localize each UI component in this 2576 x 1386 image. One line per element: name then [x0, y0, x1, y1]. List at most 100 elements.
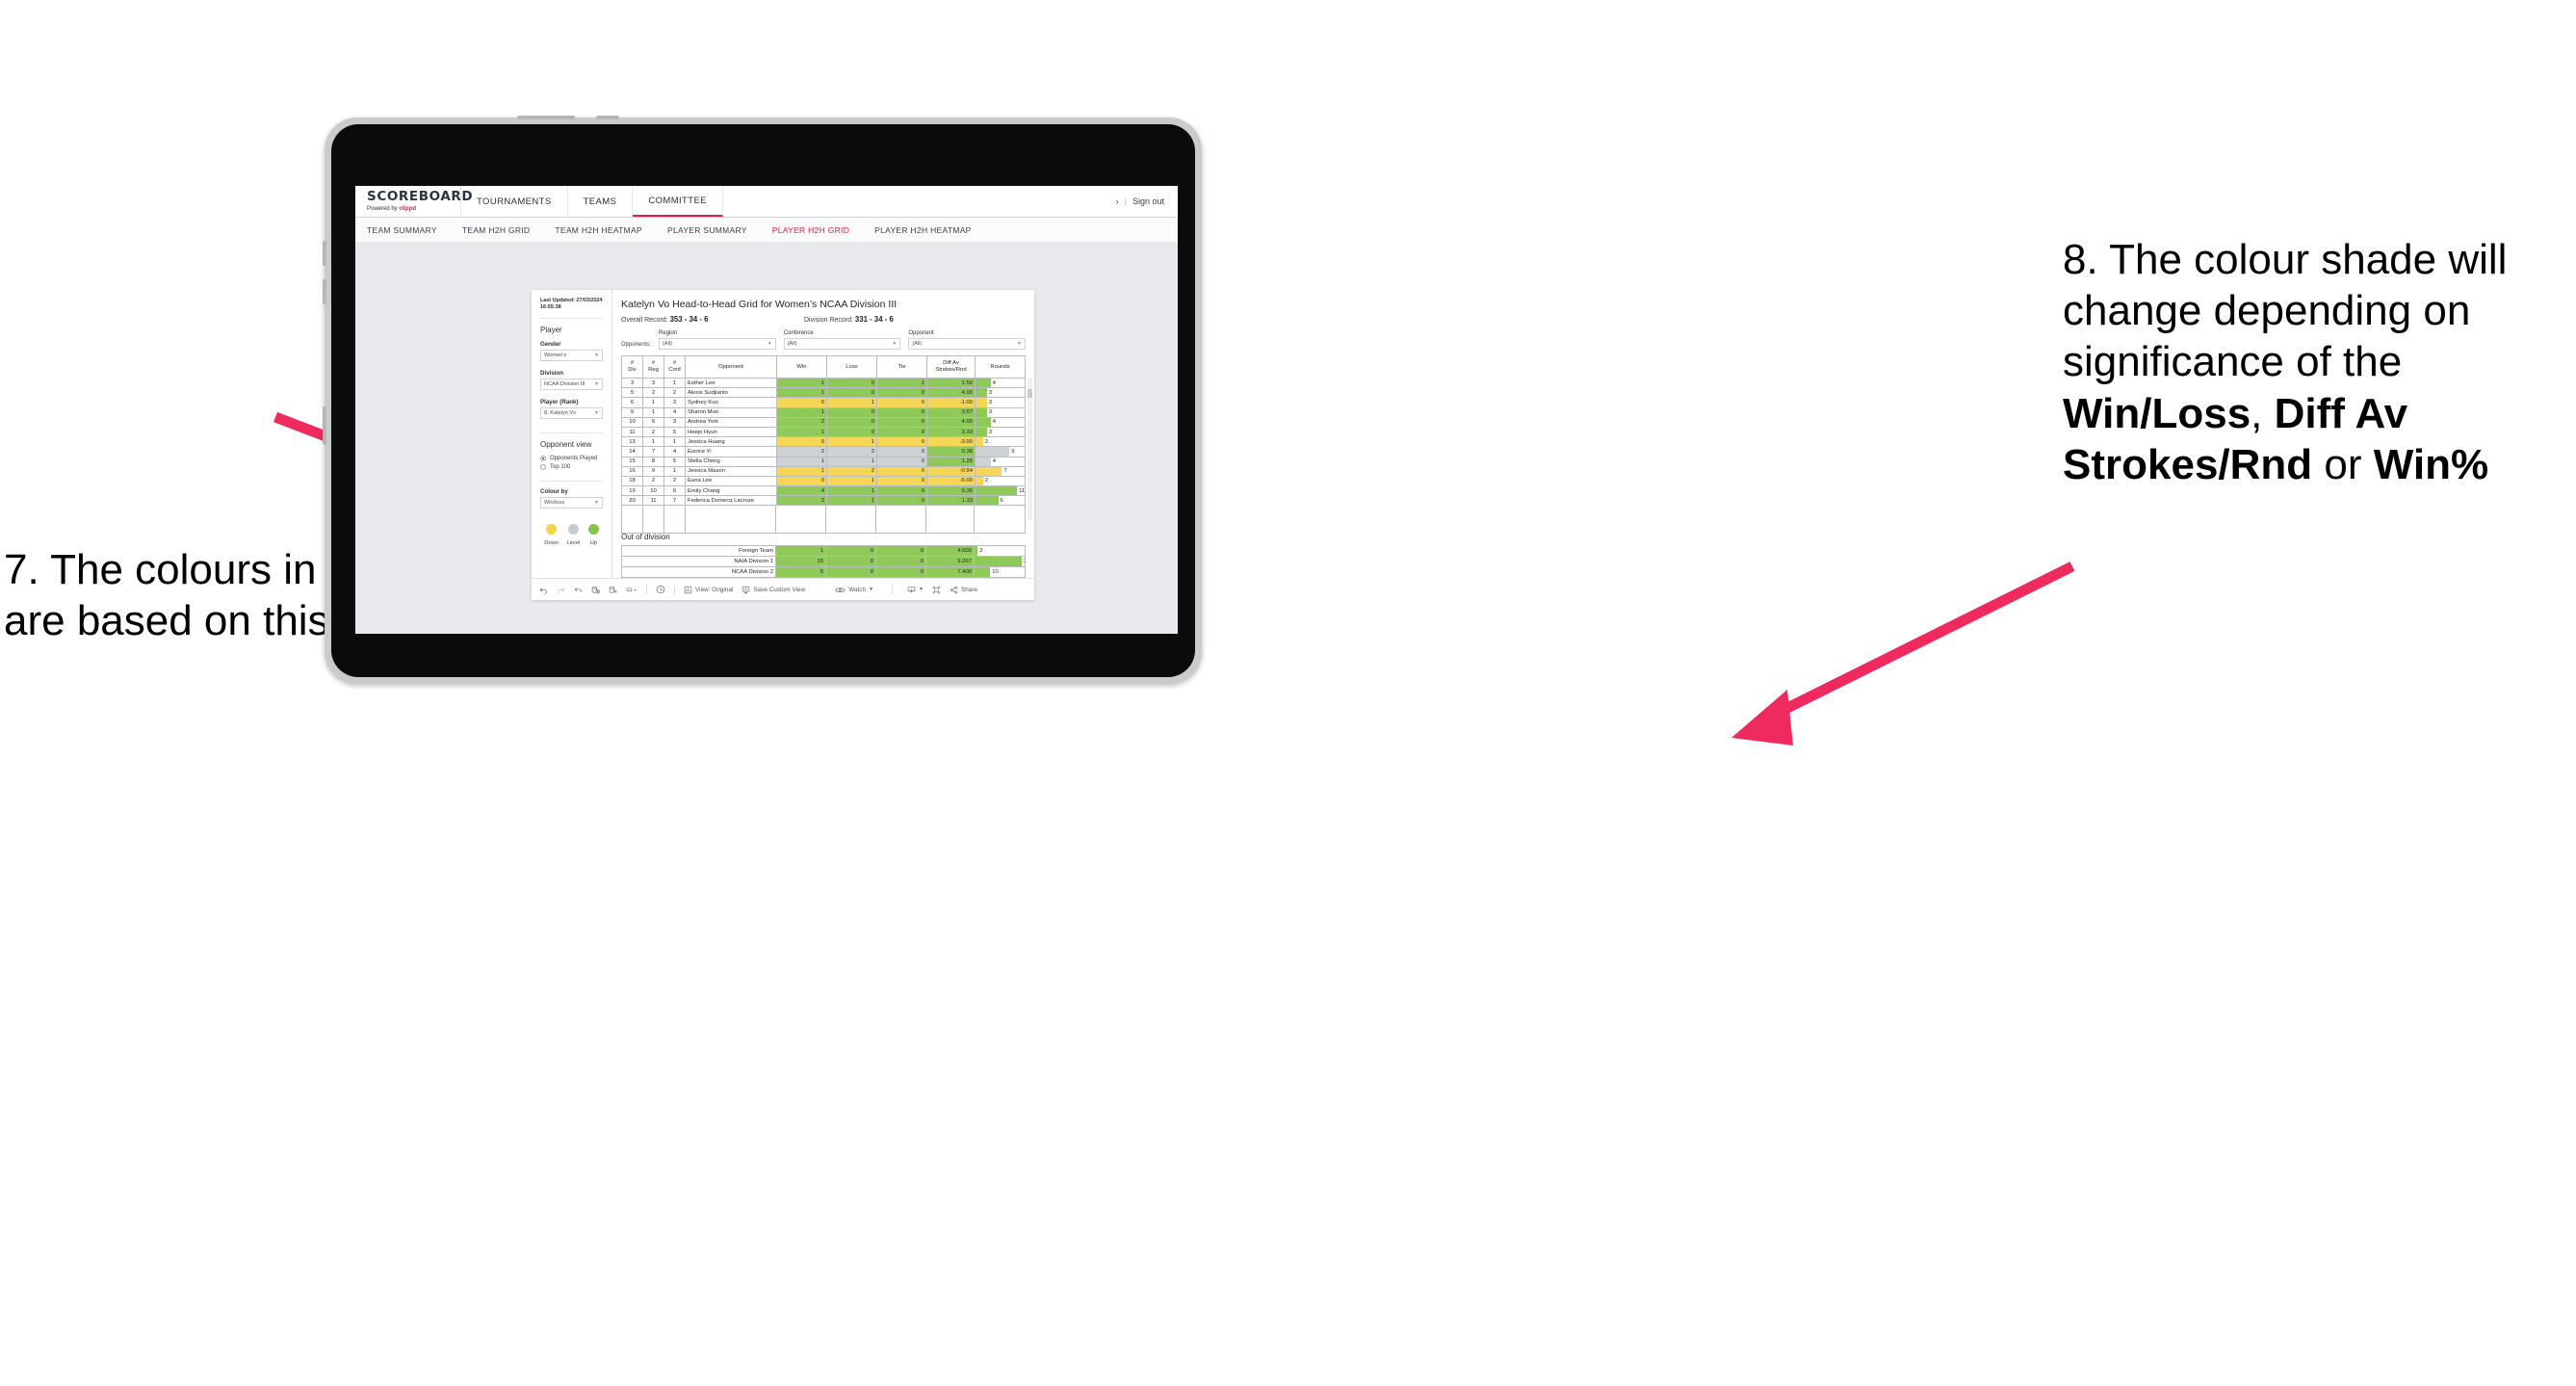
col-header-div[interactable]: # Div	[621, 355, 643, 379]
rounds-bar	[976, 428, 987, 436]
nav-item-tournaments[interactable]: TOURNAMENTS	[461, 186, 568, 217]
cell-rounds: 2	[975, 436, 1026, 448]
out-of-division-table-wrapper: Foreign Team 1 0 0 4.500 2 NAIA Division 1 15 0 0…	[621, 545, 1026, 578]
nav-item-committee[interactable]: COMMITTEE	[633, 186, 723, 217]
filter-region-select[interactable]: (All) ▼	[659, 338, 776, 350]
tablet-button-left-2	[323, 279, 326, 304]
col-header-opponent[interactable]: Opponent	[685, 355, 777, 379]
col-header-tie[interactable]: Tie	[876, 355, 927, 379]
table-row[interactable]: 18 2 2 Euna Lee 0 1 0 -5.00 2	[621, 475, 1026, 487]
fullscreen-icon[interactable]	[932, 586, 941, 594]
filter-opponent-select[interactable]: (All) ▼	[908, 338, 1026, 350]
legend-dot-up-icon	[587, 523, 599, 535]
table-row[interactable]: 6 1 3 Sydney Kuo 0 1 0 -1.00 3	[621, 397, 1026, 408]
cell-loss: 1	[826, 485, 877, 497]
save-custom-view-button[interactable]: Save Custom View	[742, 586, 805, 594]
pause-dropdown[interactable]	[626, 586, 637, 594]
chevron-down-icon: ▼	[594, 409, 599, 416]
table-row[interactable]: Foreign Team 1 0 0 4.500 2	[621, 545, 1026, 557]
filter-conference-label: Conference	[783, 330, 814, 336]
table-row[interactable]: 5 2 2 Alexis Sudjianto 1 0 0 4.00 3	[621, 387, 1026, 399]
division-select[interactable]: NCAA Division III ▼	[540, 378, 603, 390]
revert-icon[interactable]	[574, 586, 583, 594]
col-header-reg-l1: #	[651, 360, 656, 367]
annotation-step-8-text-pre: 8. The colour shade will change dependin…	[2063, 236, 2508, 386]
cell-loss: 1	[826, 456, 877, 467]
chevron-right-icon[interactable]: ›	[1116, 196, 1119, 206]
sign-out-link[interactable]: Sign out	[1132, 196, 1164, 206]
app-screen: SCOREBOARD Powered by clippd TOURNAMENTS…	[355, 186, 1178, 634]
rounds-value: 4	[992, 379, 996, 386]
col-header-diff[interactable]: Diff Av Strokes/Rnd	[926, 355, 976, 379]
table-scrollbar[interactable]	[1028, 378, 1032, 519]
page-title: Katelyn Vo Head-to-Head Grid for Women’s…	[621, 299, 898, 310]
view-original-button[interactable]: View: Original	[684, 586, 733, 594]
nav-item-teams[interactable]: TEAMS	[568, 186, 634, 217]
table-row[interactable]: 11 2 5 Heejo Hyun 1 0 0 3.33 3	[621, 426, 1026, 438]
table-row[interactable]: 19 10 6 Emily Chang 4 1 0 0.30 11	[621, 485, 1026, 497]
cell-loss: 0	[826, 426, 877, 438]
chevron-down-icon: ▼	[594, 352, 599, 358]
watch-button[interactable]: Watch ▼	[835, 586, 873, 594]
top-navigation: TOURNAMENTS TEAMS COMMITTEE	[461, 186, 723, 217]
table-row[interactable]: 9 1 4 Sharon Mun 1 0 0 3.67 3	[621, 406, 1026, 418]
subnav-item-player-h2h-heatmap[interactable]: PLAYER H2H HEATMAP	[874, 225, 972, 235]
redo-icon[interactable]	[557, 586, 565, 594]
table-row[interactable]: 10 6 3 Andrea York 2 0 0 4.00 4	[621, 416, 1026, 428]
radio-opponents-played[interactable]: Opponents Played	[540, 455, 603, 461]
col-header-reg[interactable]: # Reg	[642, 355, 664, 379]
player-rank-select-value: 8. Katelyn Vo	[544, 409, 576, 416]
tablet-button-left-1	[323, 241, 326, 266]
cell-ood-win: 15	[775, 556, 826, 567]
gender-select[interactable]: Women’s ▼	[540, 349, 603, 361]
cell-ood-win: 5	[775, 566, 826, 578]
table-row[interactable]: 14 7 4 Eunice Yi 2 2 0 0.38 9	[621, 446, 1026, 458]
subnav-item-player-h2h-grid[interactable]: PLAYER H2H GRID	[772, 225, 849, 235]
colour-by-select[interactable]: Win/loss ▼	[540, 496, 603, 509]
cell-reg: 7	[642, 446, 664, 458]
rounds-bar	[976, 408, 987, 417]
table-scrollbar-thumb[interactable]	[1028, 389, 1032, 398]
pause-auto-update-icon[interactable]	[609, 586, 617, 594]
subnav-item-player-summary[interactable]: PLAYER SUMMARY	[667, 225, 747, 235]
refresh-data-icon[interactable]	[591, 586, 600, 594]
cell-win: 0	[776, 436, 827, 448]
player-rank-label: Player (Rank)	[540, 398, 579, 405]
chevron-down-icon: ▼	[1017, 341, 1022, 347]
cell-opponent: Andrea York	[685, 416, 777, 428]
brand-logo[interactable]: SCOREBOARD Powered by clippd	[355, 186, 473, 217]
subnav-item-team-h2h-grid[interactable]: TEAM H2H GRID	[462, 225, 531, 235]
pause-clock-icon[interactable]	[656, 585, 665, 594]
table-row[interactable]: 13 1 1 Jessica Huang 0 1 0 -3.00 2	[621, 436, 1026, 448]
download-icon[interactable]: ▼	[907, 586, 924, 594]
col-header-conf[interactable]: # Conf	[664, 355, 686, 379]
rounds-bar	[976, 437, 983, 446]
subnav-item-team-summary[interactable]: TEAM SUMMARY	[367, 225, 437, 235]
rounds-bar	[976, 398, 987, 407]
sheet-body: Last Updated: 27/03/2024 16:55:38 Player…	[532, 290, 1034, 578]
filter-conference-select[interactable]: (All) ▼	[783, 338, 901, 350]
filter-region-label: Region	[659, 330, 678, 336]
col-header-win[interactable]: Win	[776, 355, 827, 379]
divider	[646, 585, 647, 594]
subnav-item-team-h2h-heatmap[interactable]: TEAM H2H HEATMAP	[555, 225, 642, 235]
table-row[interactable]: 15 8 5 Stella Cheng 1 1 0 1.25 4	[621, 456, 1026, 467]
rounds-value: 6	[1000, 497, 1003, 504]
col-header-loss[interactable]: Loss	[826, 355, 877, 379]
table-row[interactable]: 16 9 1 Jessica Mason 1 2 0 -0.94 7	[621, 465, 1026, 477]
player-rank-select[interactable]: 8. Katelyn Vo ▼	[540, 406, 603, 419]
cell-div: 3	[621, 377, 643, 389]
table-row[interactable]: 20 11 7 Federica Domecq Lacroze 2 1 0 1.33 6	[621, 495, 1026, 507]
undo-icon[interactable]	[539, 586, 548, 594]
division-record: Division Record: 331 - 34 - 6	[804, 315, 894, 324]
radio-top-100[interactable]: Top 100	[540, 463, 603, 470]
rounds-bar	[976, 467, 1002, 476]
table-row[interactable]: 3 3 1 Esther Lee 1 0 1 1.50 4	[621, 377, 1026, 389]
table-row[interactable]: NAIA Division 115009.26730	[621, 556, 1026, 567]
dashboard-sheet: Last Updated: 27/03/2024 16:55:38 Player…	[532, 290, 1034, 600]
filter-region-value: (All)	[663, 341, 672, 347]
cell-reg: 6	[642, 416, 664, 428]
table-row[interactable]: NCAA Division 2 5 0 0 7.400 10	[621, 566, 1026, 578]
share-button[interactable]: Share	[950, 586, 977, 594]
col-header-rounds[interactable]: Rounds	[975, 355, 1026, 379]
